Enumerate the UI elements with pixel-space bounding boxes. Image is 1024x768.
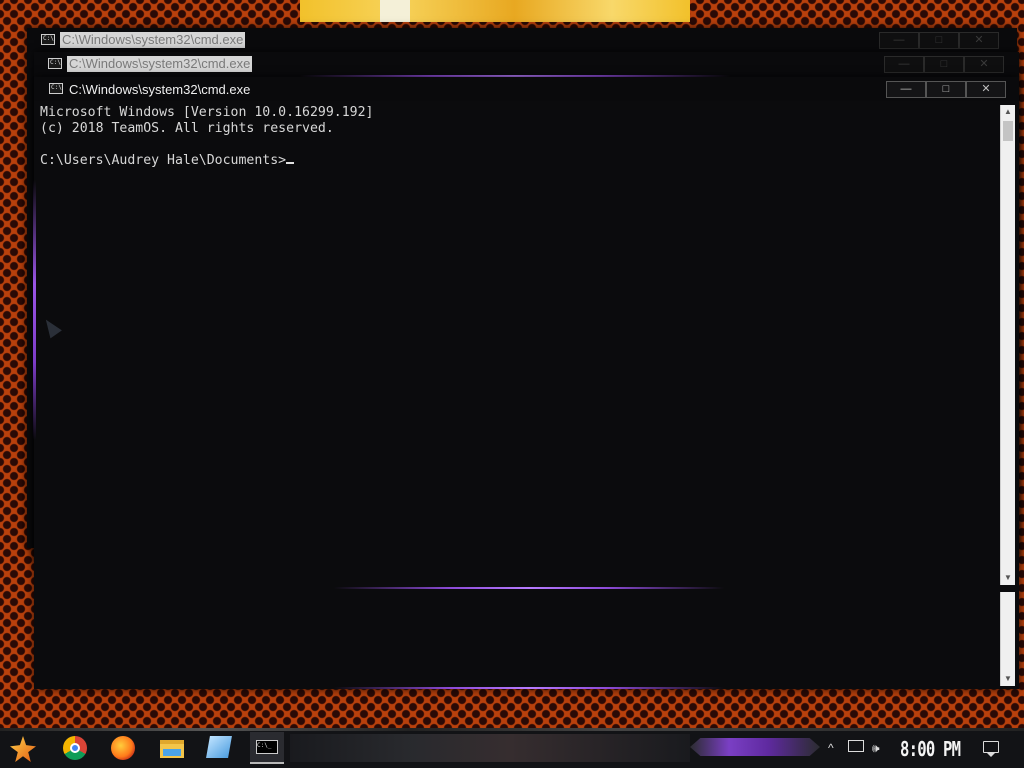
scroll-thumb[interactable]	[1003, 121, 1013, 141]
app-icon[interactable]	[206, 736, 232, 758]
taskbar: ^ 🕪 8:00 PM	[0, 728, 1024, 768]
window-side-glow	[33, 180, 36, 440]
network-icon[interactable]	[848, 740, 864, 752]
tray-overflow-arrow[interactable]: ^	[828, 740, 834, 756]
window-accent-line	[334, 687, 724, 689]
cmd-taskbar-button[interactable]	[250, 732, 284, 764]
minimize-button[interactable]: —	[884, 56, 924, 73]
window-controls: — □ ✕	[879, 32, 999, 49]
taskbar-border	[0, 728, 1024, 731]
vertical-scrollbar[interactable]: ▼	[1000, 592, 1015, 686]
volume-icon[interactable]: 🕪	[872, 740, 880, 756]
window-title: C:\Windows\system32\cmd.exe	[69, 82, 251, 97]
window-controls: — □ ✕	[884, 56, 1004, 73]
window-title: C:\Windows\system32\cmd.exe	[67, 56, 253, 72]
cmd-icon	[49, 83, 63, 94]
start-star-icon[interactable]	[10, 736, 36, 762]
cmd-icon	[48, 58, 62, 69]
close-button[interactable]: ✕	[964, 56, 1004, 73]
window-controls: — □ ✕	[886, 81, 1006, 98]
cmd-icon	[41, 34, 55, 45]
close-button[interactable]: ✕	[966, 81, 1006, 98]
scroll-down-arrow-icon[interactable]: ▼	[1001, 672, 1015, 686]
console-prompt: C:\Users\Audrey Hale\Documents>	[40, 153, 287, 168]
titlebar[interactable]: C:\Windows\system32\cmd.exe — □ ✕	[34, 77, 1019, 101]
window-title: C:\Windows\system32\cmd.exe	[60, 32, 246, 48]
console-output[interactable]: Microsoft Windows [Version 10.0.16299.19…	[40, 105, 373, 169]
taskbar-decoration	[290, 734, 690, 762]
window-accent-line	[334, 587, 724, 589]
console-line: Microsoft Windows [Version 10.0.16299.19…	[40, 105, 374, 120]
folder-icon[interactable]	[160, 740, 184, 758]
minimize-button[interactable]: —	[879, 32, 919, 49]
vertical-scrollbar[interactable]: ▲ ▼	[1000, 105, 1015, 585]
wallpaper-artwork	[300, 0, 690, 22]
taskbar-clock[interactable]: 8:00 PM	[900, 737, 961, 761]
scroll-down-arrow-icon[interactable]: ▼	[1001, 571, 1015, 585]
maximize-button[interactable]: □	[924, 56, 964, 73]
action-center-icon[interactable]	[983, 741, 999, 757]
maximize-button[interactable]: □	[926, 81, 966, 98]
titlebar[interactable]: C:\Windows\system32\cmd.exe — □ ✕	[34, 52, 1019, 76]
chrome-icon[interactable]	[63, 736, 87, 760]
firefox-icon[interactable]	[111, 736, 135, 760]
taskbar-decoration	[690, 738, 820, 756]
titlebar[interactable]: C:\Windows\system32\cmd.exe — □ ✕	[27, 28, 1017, 52]
maximize-button[interactable]: □	[919, 32, 959, 49]
text-cursor	[286, 162, 295, 164]
close-button[interactable]: ✕	[959, 32, 999, 49]
minimize-button[interactable]: —	[886, 81, 926, 98]
console-line: (c) 2018 TeamOS. All rights reserved.	[40, 121, 334, 136]
scroll-up-arrow-icon[interactable]: ▲	[1001, 105, 1015, 119]
